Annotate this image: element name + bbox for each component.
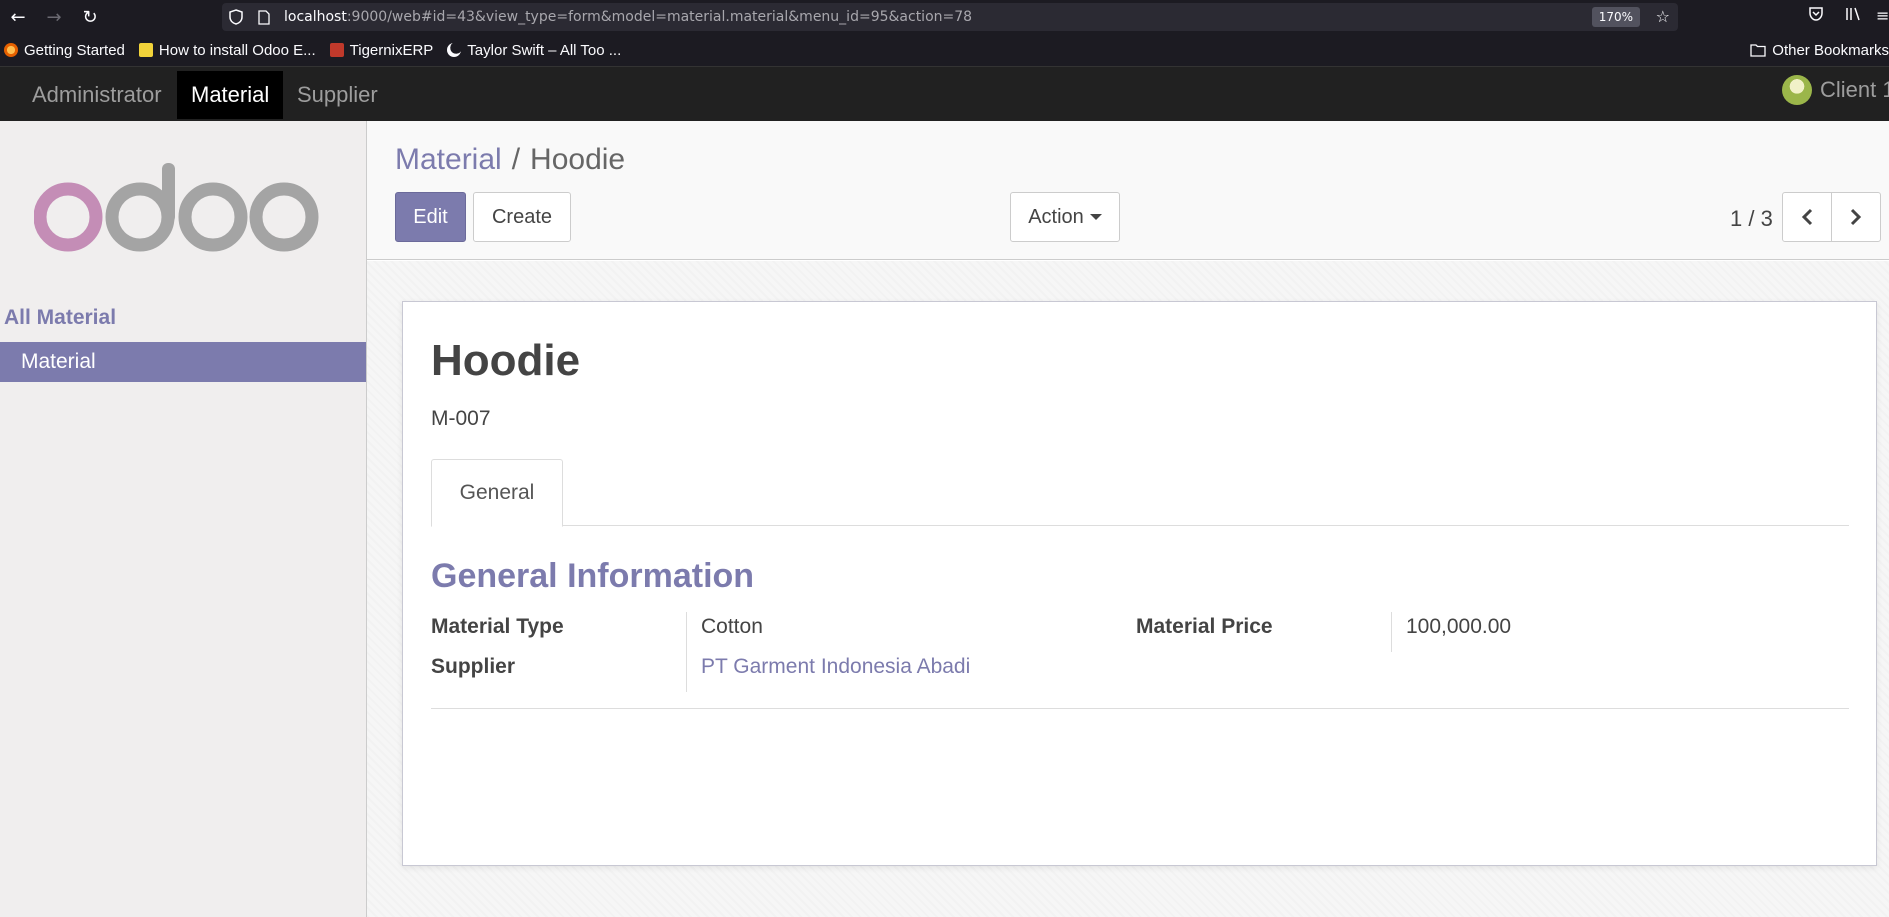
pocket-icon[interactable] xyxy=(1808,6,1824,26)
edit-button[interactable]: Edit xyxy=(395,192,466,242)
sidebar-item-label: Material xyxy=(21,350,96,373)
supplier-label: Supplier xyxy=(431,655,516,678)
url-text[interactable]: localhost:9000/web#id=43&view_type=form&… xyxy=(284,9,972,25)
folder-icon xyxy=(1750,44,1766,57)
breadcrumb: Material / Hoodie xyxy=(395,143,625,177)
supplier-link[interactable]: PT Garment Indonesia Abadi xyxy=(701,655,970,679)
avatar xyxy=(1782,75,1812,105)
other-bookmarks[interactable]: Other Bookmarks xyxy=(1750,34,1889,66)
breadcrumb-current: Hoodie xyxy=(530,143,626,176)
lightbulb-icon xyxy=(138,43,153,57)
menu-administrator[interactable]: Administrator xyxy=(18,71,176,119)
form-area: Hoodie M-007 General General Information… xyxy=(367,261,1889,917)
caret-down-icon xyxy=(1089,214,1102,220)
sidebar-item-material[interactable]: Material xyxy=(0,342,366,382)
moon-icon xyxy=(447,43,462,57)
user-menu[interactable]: Client 1 xyxy=(1782,75,1889,105)
control-panel: Material / Hoodie Edit Create Action 1 / 3 xyxy=(367,121,1889,260)
material-type-value: Cotton xyxy=(701,615,763,638)
sidebar: All Material Material xyxy=(0,121,367,917)
pager-next-button[interactable] xyxy=(1831,192,1881,242)
chevron-left-icon xyxy=(1801,208,1813,226)
action-label: Action xyxy=(1028,205,1084,228)
zoom-level[interactable]: 170% xyxy=(1591,7,1640,27)
pager-value: 1 / 3 xyxy=(1730,206,1773,231)
browser-toolbar: ← → ↻ localhost:9000/web#id=43&view_type… xyxy=(0,0,1889,34)
forward-icon[interactable]: → xyxy=(36,0,72,34)
bookmark-tigernix[interactable]: TigernixERP xyxy=(329,42,433,59)
bookmark-star-icon[interactable]: ☆ xyxy=(1656,7,1670,26)
bookmark-taylor-swift[interactable]: Taylor Swift – All Too ... xyxy=(447,42,621,59)
tigernix-icon xyxy=(329,43,344,57)
menu-material[interactable]: Material xyxy=(177,71,284,119)
form-sheet: Hoodie M-007 General General Information… xyxy=(402,301,1877,866)
breadcrumb-parent[interactable]: Material xyxy=(395,143,502,176)
bookmark-getting-started[interactable]: Getting Started xyxy=(4,42,125,59)
menu-icon[interactable]: ≡ xyxy=(1876,6,1889,25)
form-bottom-divider xyxy=(431,708,1849,709)
shield-icon[interactable] xyxy=(222,3,250,31)
bookmarks-bar: Getting Started How to install Odoo E...… xyxy=(0,34,1889,66)
menu-supplier[interactable]: Supplier xyxy=(283,71,392,119)
record-title: Hoodie xyxy=(431,336,581,385)
url-bar[interactable]: localhost:9000/web#id=43&view_type=form&… xyxy=(222,3,1678,31)
main-navbar: Administrator Material Supplier Client 1 xyxy=(0,66,1889,121)
page-icon xyxy=(250,3,278,31)
material-price-label: Material Price xyxy=(1136,615,1273,638)
library-icon[interactable] xyxy=(1845,6,1863,26)
action-dropdown[interactable]: Action xyxy=(1010,192,1120,242)
odoo-logo xyxy=(34,163,319,252)
material-price-value: 100,000.00 xyxy=(1406,615,1512,638)
sidebar-heading[interactable]: All Material xyxy=(4,306,116,330)
pager-previous-button[interactable] xyxy=(1782,192,1832,242)
group-title: General Information xyxy=(431,557,755,595)
breadcrumb-separator: / xyxy=(511,143,521,176)
bookmark-install-odoo[interactable]: How to install Odoo E... xyxy=(138,42,316,59)
tabs-divider xyxy=(431,525,1849,526)
chevron-right-icon xyxy=(1850,208,1862,226)
firefox-icon xyxy=(4,43,18,57)
record-code: M-007 xyxy=(431,407,491,430)
material-type-label: Material Type xyxy=(431,615,564,638)
back-icon[interactable]: ← xyxy=(0,0,36,34)
tab-general[interactable]: General xyxy=(431,459,563,527)
field-divider xyxy=(1391,612,1392,652)
create-button[interactable]: Create xyxy=(473,192,571,242)
field-divider xyxy=(686,612,687,692)
reload-icon[interactable]: ↻ xyxy=(72,0,108,34)
